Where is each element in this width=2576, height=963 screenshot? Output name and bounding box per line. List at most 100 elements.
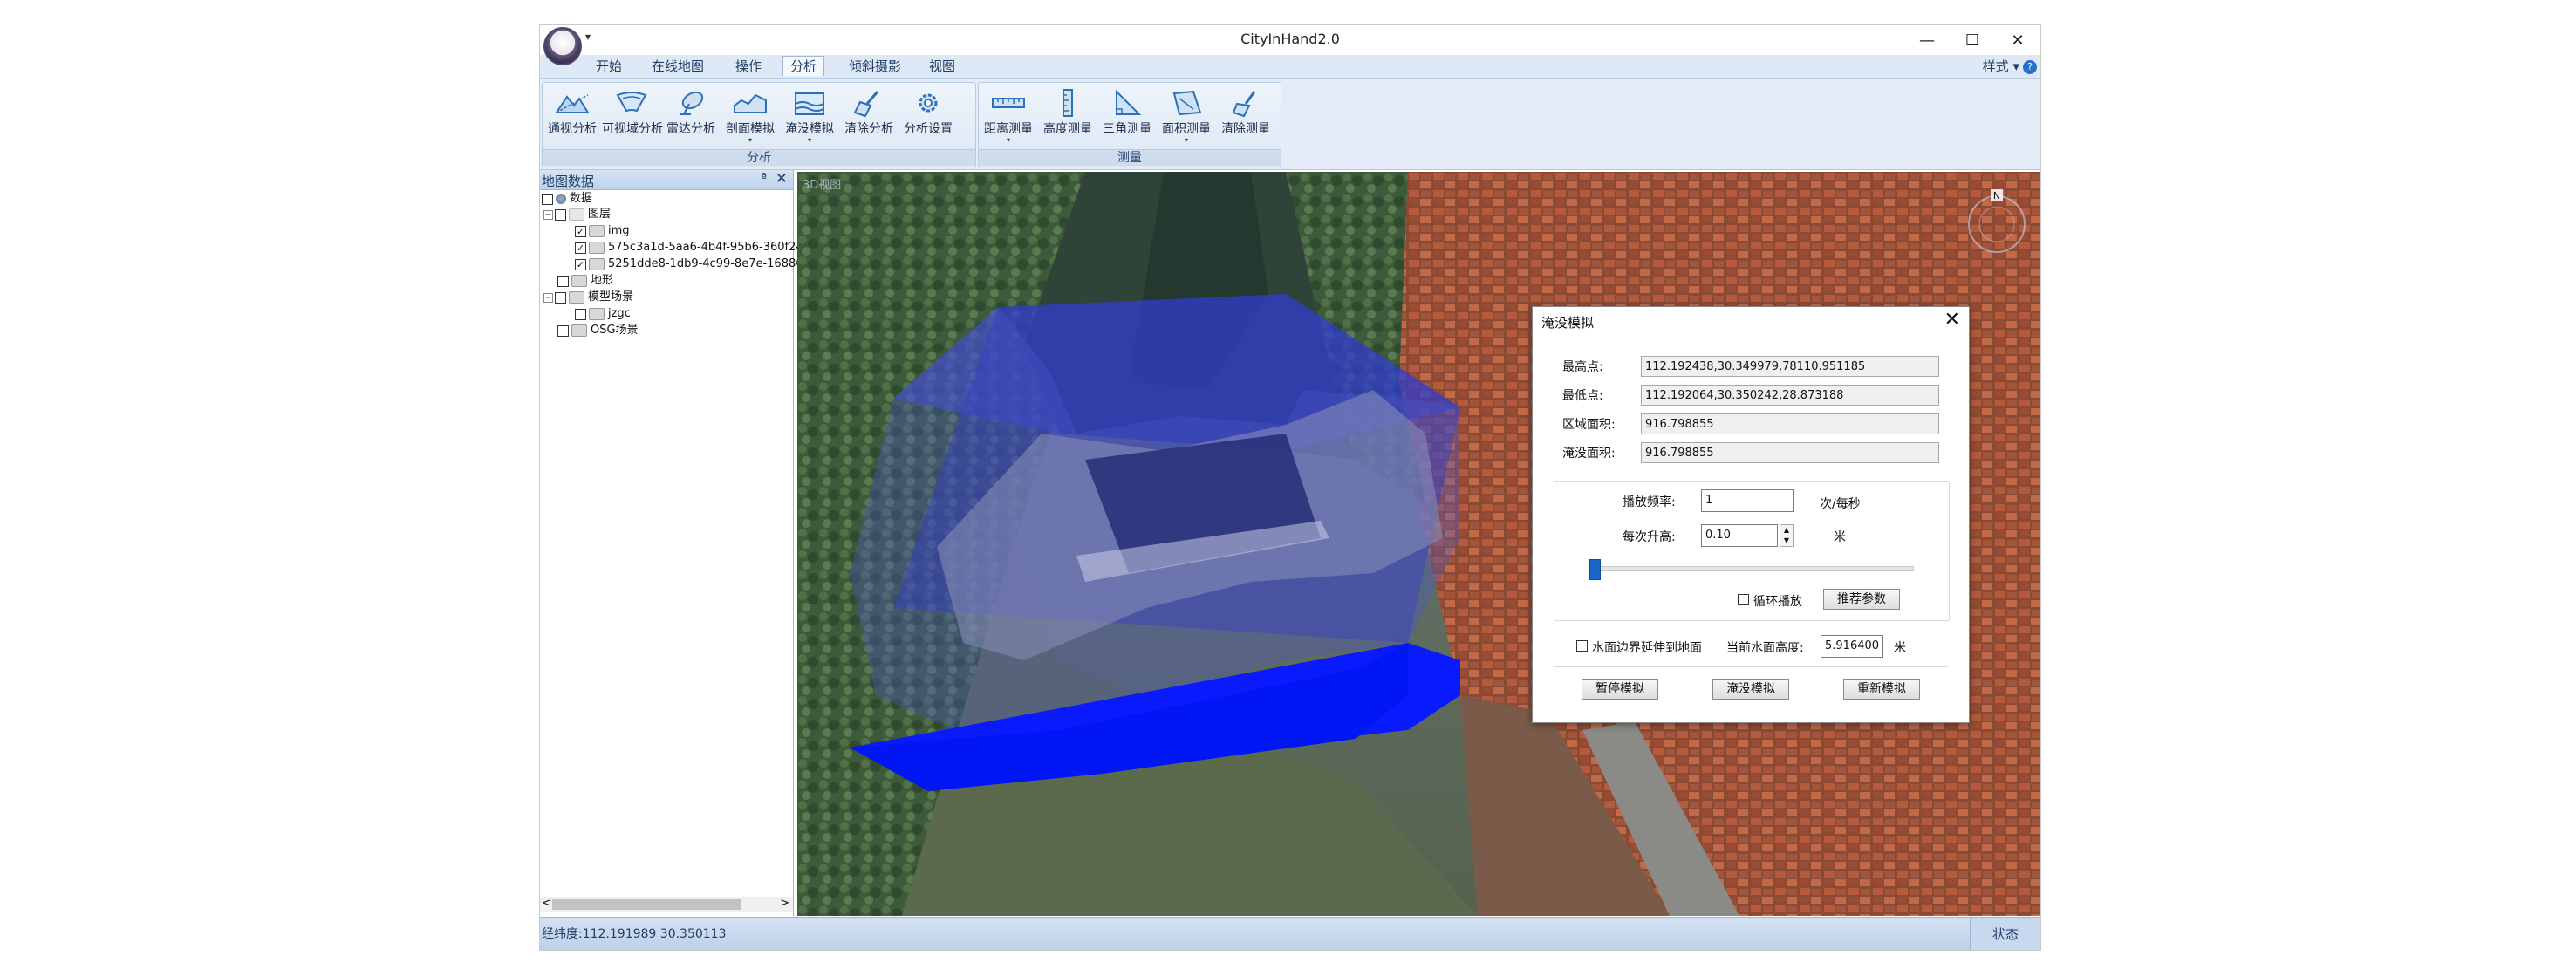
app-logo-icon[interactable] <box>543 27 582 65</box>
distance-measure-label: 距离测量 <box>984 122 1033 136</box>
globe-icon <box>556 194 566 204</box>
checkbox[interactable] <box>557 275 569 287</box>
field-flood-area: 淹没面积: 916.798855 <box>1562 441 1939 464</box>
rise-label: 每次升高: <box>1623 530 1676 544</box>
freq-input[interactable]: 1 <box>1701 489 1794 512</box>
lowest-point-value[interactable]: 112.192064,30.350242,28.873188 <box>1641 385 1939 406</box>
status-label[interactable]: 状态 <box>1970 918 2040 950</box>
tree-node-data[interactable]: 数据 <box>542 191 592 207</box>
analysis-settings-button[interactable]: 分析设置 <box>899 85 958 146</box>
triangle-measure-label: 三角测量 <box>1103 122 1151 136</box>
clear-measure-button[interactable]: 清除测量 <box>1216 85 1275 146</box>
recommend-params-button[interactable]: 推荐参数 <box>1823 589 1900 610</box>
checkbox[interactable] <box>575 308 586 320</box>
region-area-value[interactable]: 916.798855 <box>1641 413 1939 434</box>
scroll-right-icon[interactable]: > <box>780 897 789 910</box>
area-measure-button[interactable]: 面积测量 ▾ <box>1157 85 1216 146</box>
triangle-measure-button[interactable]: 三角测量 <box>1097 85 1157 146</box>
layer-icon <box>571 324 587 337</box>
tree-node-osg-scene[interactable]: OSG场景 <box>557 323 639 338</box>
area-icon <box>1172 90 1202 116</box>
tab-oblique-photo[interactable]: 倾斜摄影 <box>842 57 908 76</box>
scroll-left-icon[interactable]: < <box>542 897 551 910</box>
checkbox[interactable] <box>555 291 566 304</box>
profile-icon <box>734 93 767 113</box>
style-menu[interactable]: 样式 ▾ <box>1983 57 2019 76</box>
profile-button[interactable]: 剖面模拟 ▾ <box>721 85 780 146</box>
freq-unit: 次/每秒 <box>1820 497 1861 511</box>
line-of-sight-button[interactable]: 通视分析 <box>543 85 602 146</box>
tree-node-terrain[interactable]: 地形 <box>557 273 613 289</box>
tree-node-label: 地形 <box>591 274 614 287</box>
profile-label: 剖面模拟 <box>726 122 775 136</box>
help-icon[interactable]: ? <box>2023 60 2037 74</box>
field-lowest-point: 最低点: 112.192064,30.350242,28.873188 <box>1562 384 1939 406</box>
tree-node-575c3a1d[interactable]: ✓ 575c3a1d-5aa6-4b4f-95b6-360f24f <box>575 240 807 256</box>
clear-measure-icon <box>1232 91 1256 118</box>
current-height-input[interactable]: 5.916400 <box>1821 635 1883 658</box>
layer-icon <box>589 258 605 270</box>
flood-area-value[interactable]: 916.798855 <box>1641 442 1939 463</box>
tab-view[interactable]: 视图 <box>922 57 962 76</box>
scrollbar-thumb[interactable] <box>552 899 741 910</box>
layer-icon <box>571 275 587 287</box>
window-title: CityInHand2.0 <box>1240 31 1340 47</box>
extend-to-ground-label: 水面边界延伸到地面 <box>1592 641 1702 655</box>
tree-node-label: 5251dde8-1db9-4c99-8e7e-168860 <box>608 257 810 270</box>
rise-input[interactable]: 0.10 <box>1701 524 1778 547</box>
extend-to-ground-checkbox[interactable] <box>1576 640 1588 652</box>
tree-node-5251dde8[interactable]: ✓ 5251dde8-1db9-4c99-8e7e-168860 <box>575 256 810 272</box>
progress-slider-track[interactable] <box>1589 566 1914 571</box>
broom-icon <box>853 91 879 118</box>
pause-simulation-button[interactable]: 暂停模拟 <box>1582 679 1658 700</box>
checkbox-checked[interactable]: ✓ <box>575 242 586 254</box>
radar-label: 雷达分析 <box>666 122 715 136</box>
restart-simulation-button[interactable]: 重新模拟 <box>1843 679 1920 700</box>
checkbox-checked[interactable]: ✓ <box>575 258 586 270</box>
horizontal-scrollbar[interactable]: < > <box>540 897 793 912</box>
progress-slider-thumb[interactable] <box>1589 559 1601 580</box>
chevron-down-icon: ▾ <box>807 136 811 144</box>
status-bar: 经纬度:112.191989 30.350113 状态 <box>540 917 2040 950</box>
tab-operate[interactable]: 操作 <box>728 57 769 76</box>
chevron-down-icon: ▾ <box>748 136 752 144</box>
flood-button[interactable]: 淹没模拟 ▾ <box>780 85 839 146</box>
loop-label: 循环播放 <box>1753 595 1802 609</box>
close-button[interactable]: ✕ <box>1995 28 2040 52</box>
ribbon-group-measure: 距离测量 ▾ 高度测量 三角测量 面积测量 ▾ 清除测量 测量 <box>978 82 1281 167</box>
line-of-sight-icon <box>555 94 590 113</box>
ribbon-tab-bar: 开始 在线地图 操作 分析 倾斜摄影 视图 样式 ▾ ? <box>540 55 2040 79</box>
tree-node-layers[interactable]: − 图层 <box>543 207 611 222</box>
collapse-icon[interactable]: − <box>543 292 553 303</box>
freq-label: 播放频率: <box>1623 495 1676 509</box>
maximize-button[interactable]: ☐ <box>1950 28 1995 52</box>
dialog-close-icon[interactable]: ✕ <box>1944 309 1960 331</box>
panel-close-icon[interactable]: ✕ <box>776 170 788 188</box>
viewshed-button[interactable]: 可视域分析 <box>602 85 663 146</box>
height-measure-button[interactable]: 高度测量 <box>1038 85 1097 146</box>
pin-icon[interactable]: ª <box>762 172 767 185</box>
highest-point-value[interactable]: 112.192438,30.349979,78110.951185 <box>1641 356 1939 377</box>
distance-measure-button[interactable]: 距离测量 ▾ <box>979 85 1038 146</box>
tree-node-model-scene[interactable]: − 模型场景 <box>543 290 633 305</box>
tab-start[interactable]: 开始 <box>589 57 629 76</box>
flood-simulation-dialog: 淹没模拟 ✕ 最高点: 112.192438,30.349979,78110.9… <box>1532 306 1970 723</box>
layer-icon <box>589 242 605 254</box>
collapse-icon[interactable]: − <box>543 209 553 220</box>
checkbox[interactable] <box>555 208 566 221</box>
checkbox[interactable] <box>557 324 569 337</box>
checkbox-checked[interactable]: ✓ <box>575 225 586 237</box>
start-flood-button[interactable]: 淹没模拟 <box>1712 679 1789 700</box>
loop-checkbox[interactable] <box>1738 594 1749 605</box>
tab-online-map[interactable]: 在线地图 <box>645 57 711 76</box>
tree-node-img[interactable]: ✓ img <box>575 223 630 239</box>
minimize-button[interactable]: — <box>1904 28 1950 52</box>
map-overlay-label: 3D视图 <box>803 179 842 192</box>
checkbox[interactable] <box>542 193 553 205</box>
rise-stepper[interactable]: ▲ ▼ <box>1780 524 1794 547</box>
clear-analysis-button[interactable]: 清除分析 <box>839 85 899 146</box>
radar-button[interactable]: 雷达分析 <box>661 85 721 146</box>
tab-analysis[interactable]: 分析 <box>782 56 825 76</box>
tree-node-jzgc[interactable]: jzgc <box>575 306 631 322</box>
layer-icon <box>589 225 605 237</box>
